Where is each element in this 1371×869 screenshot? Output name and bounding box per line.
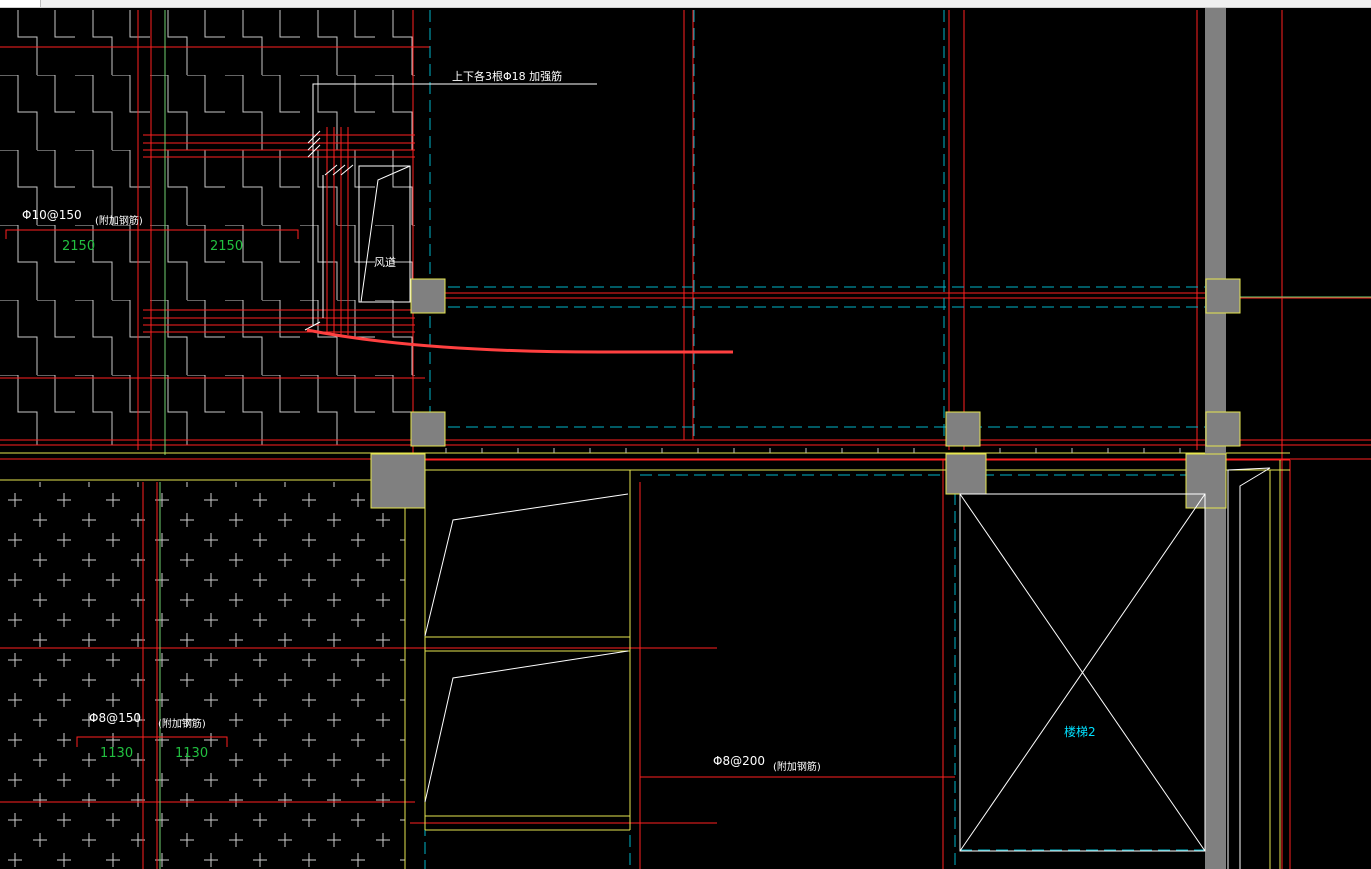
dimension-text-bottom-a: 1130 bbox=[100, 746, 133, 761]
cad-drawing-canvas[interactable]: 上下各3根Φ18 加强筋 Φ10@150 (附加钢筋) 2150 2150 风道… bbox=[0, 0, 1371, 869]
stair-label: 楼梯2 bbox=[1064, 724, 1096, 739]
dimension-text-left-a: 2150 bbox=[62, 239, 95, 254]
white-outlines bbox=[304, 83, 1271, 869]
note-label-left-top: (附加钢筋) bbox=[95, 214, 143, 227]
slab-hatch-lower bbox=[0, 482, 405, 869]
dimension-text-left-b: 2150 bbox=[210, 239, 243, 254]
slab-hatch-upper bbox=[0, 10, 415, 445]
rebar-label-middle: Φ8@200 bbox=[713, 754, 765, 768]
wall-ticks bbox=[445, 448, 1181, 453]
note-label-middle: (附加钢筋) bbox=[773, 760, 821, 773]
rebar-label-left-bottom: Φ8@150 bbox=[89, 711, 141, 725]
rebar-label-left-top: Φ10@150 bbox=[22, 208, 82, 222]
rebar-note-top: 上下各3根Φ18 加强筋 bbox=[452, 69, 562, 83]
note-label-left-bottom: (附加钢筋) bbox=[158, 717, 206, 730]
shaft-label: 风道 bbox=[374, 255, 396, 269]
columns bbox=[370, 278, 1241, 509]
dimension-text-bottom-b: 1130 bbox=[175, 746, 208, 761]
